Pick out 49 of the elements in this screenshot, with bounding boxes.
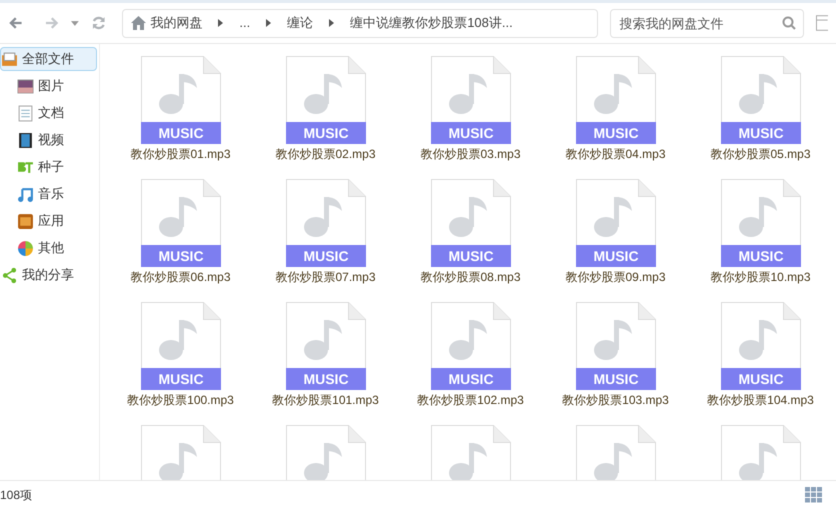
search-field[interactable]: 搜索我的网盘文件: [610, 8, 804, 38]
sidebar-item[interactable]: 文档: [0, 101, 99, 125]
sidebar-item[interactable]: 应用: [0, 209, 99, 233]
breadcrumb-link[interactable]: ...: [239, 13, 250, 33]
dropdown-caret-icon[interactable]: [71, 20, 79, 26]
file-name[interactable]: 教你炒股票07.mp3: [275, 268, 376, 286]
panel-icon[interactable]: [816, 15, 828, 31]
file-name[interactable]: 教你炒股票103.mp3: [562, 391, 669, 409]
sidebar-item[interactable]: 其他: [0, 236, 99, 260]
chevron-right-icon: [329, 19, 334, 27]
file-name[interactable]: 教你炒股票06.mp3: [130, 268, 231, 286]
file-name[interactable]: 教你炒股票01.mp3: [130, 145, 231, 163]
file-name[interactable]: 教你炒股票09.mp3: [565, 268, 666, 286]
breadcrumb-link[interactable]: 缠论: [287, 13, 314, 33]
file-name[interactable]: 教你炒股票03.mp3: [420, 145, 521, 163]
file-name[interactable]: 教你炒股票104.mp3: [707, 391, 814, 409]
refresh-icon[interactable]: [90, 15, 106, 31]
music-note-icon: [17, 186, 34, 202]
file-name[interactable]: 教你炒股票05.mp3: [710, 145, 811, 163]
file-name[interactable]: 教你炒股票08.mp3: [420, 268, 521, 286]
image-icon: [17, 78, 34, 94]
file-name[interactable]: 教你炒股票100.mp3: [127, 391, 234, 409]
forward-arrow-icon[interactable]: [44, 15, 60, 31]
pie-icon: [17, 240, 34, 256]
back-arrow-icon[interactable]: [8, 15, 24, 31]
breadcrumb-link[interactable]: 缠中说缠教你炒股票108讲...: [350, 13, 513, 33]
sidebar-item[interactable]: 全部文件: [0, 47, 97, 71]
sidebar-item[interactable]: 视频: [0, 128, 99, 152]
file-name[interactable]: 教你炒股票04.mp3: [565, 145, 666, 163]
home-icon[interactable]: [131, 16, 146, 30]
sidebar-item[interactable]: 种子: [0, 155, 99, 179]
folder-icon: [1, 50, 18, 68]
box-icon: [17, 212, 34, 230]
chevron-right-icon: [218, 19, 224, 27]
chevron-right-icon: [266, 19, 272, 27]
document-icon: [17, 104, 34, 122]
sidebar-item[interactable]: 音乐: [0, 182, 99, 206]
sidebar-item[interactable]: 我的分享: [0, 263, 99, 287]
file-name[interactable]: 教你炒股票102.mp3: [417, 391, 524, 409]
grid-view-icon[interactable]: [805, 486, 822, 502]
item-count: 108项: [0, 486, 32, 504]
file-name[interactable]: 教你炒股票101.mp3: [272, 391, 379, 409]
share-icon: [1, 266, 18, 284]
breadcrumb-link[interactable]: 我的网盘: [150, 13, 202, 33]
file-name[interactable]: 教你炒股票10.mp3: [710, 268, 811, 286]
film-icon: [17, 132, 34, 148]
search-icon[interactable]: [782, 16, 796, 30]
file-name[interactable]: 教你炒股票02.mp3: [275, 145, 376, 163]
sidebar-item[interactable]: 图片: [0, 74, 99, 98]
